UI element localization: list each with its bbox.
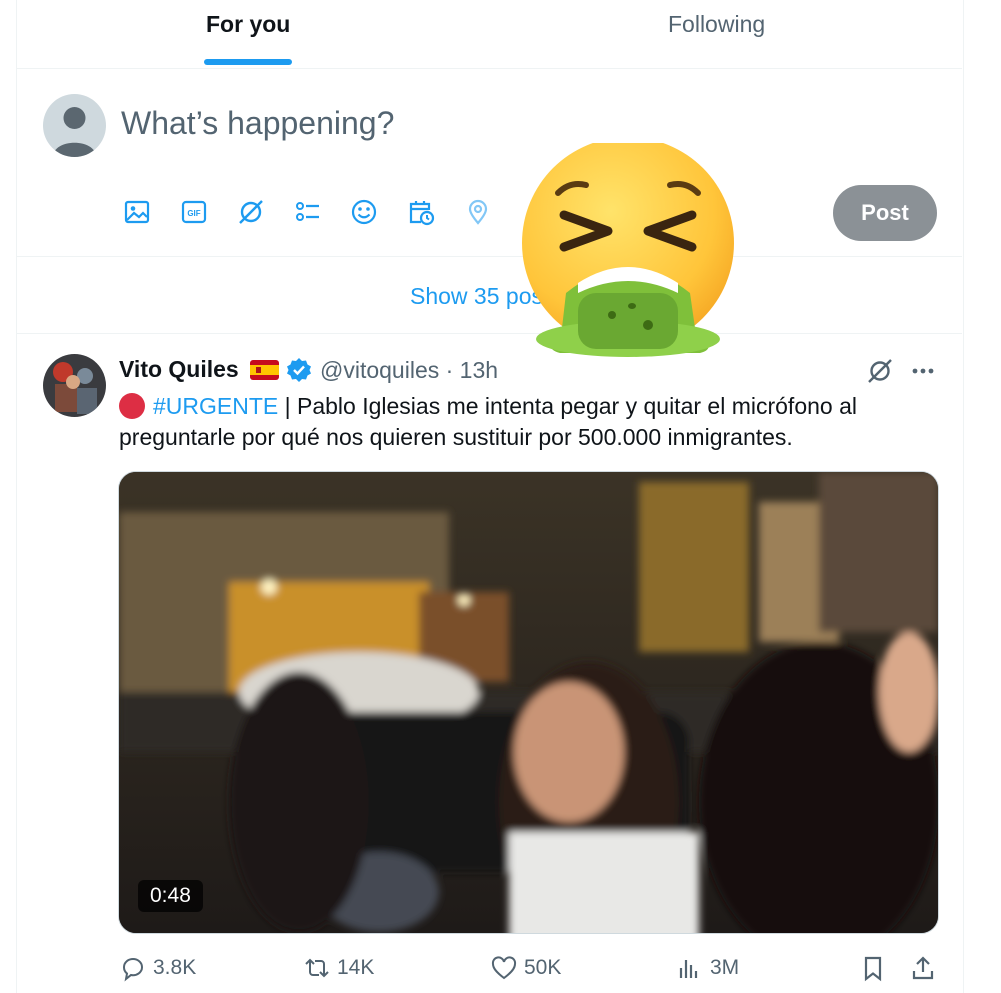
grok-icon[interactable] [865,356,895,386]
compose-input[interactable] [121,105,541,142]
tab-for-you-label: For you [206,11,291,37]
bookmark-icon [864,956,882,982]
video-duration-badge: 0:48 [138,880,203,912]
bookmark-button[interactable] [859,952,893,984]
tweet-text: #URGENTE | Pablo Iglesias me intenta peg… [119,391,919,453]
tweet-video[interactable] [118,471,939,934]
schedule-icon[interactable] [405,196,437,228]
heart-icon [491,956,517,980]
red-circle-emoji [119,393,145,419]
poll-icon[interactable] [292,196,324,228]
svg-text:GIF: GIF [187,209,200,218]
nauseated-face-emoji-icon [520,137,742,361]
tweet-author-avatar[interactable] [43,354,106,417]
repost-count: 14K [337,956,375,979]
repost-button[interactable]: 14K [303,952,374,984]
share-button[interactable] [909,952,943,984]
post-button[interactable]: Post [833,185,937,241]
more-options-icon[interactable] [908,356,938,386]
user-avatar[interactable] [43,94,106,157]
tweet-handle-time[interactable]: @vitoquiles · 13h [320,357,498,384]
video-frame [119,472,938,933]
tab-following-label: Following [668,11,766,37]
views-count: 3M [710,956,740,979]
reply-icon [123,958,144,982]
reply-count: 3.8K [153,956,197,979]
emoji-icon[interactable] [348,196,380,228]
tab-following[interactable]: Following [480,0,962,68]
repost-icon [305,958,329,978]
image-icon[interactable] [121,196,153,228]
show-new-posts-banner[interactable]: Show 35 posts [16,257,962,334]
grok-icon[interactable] [235,196,267,228]
verified-badge-icon[interactable] [286,357,312,383]
like-button[interactable]: 50K [490,952,561,984]
gif-icon[interactable]: GIF [178,196,210,228]
views-chart-icon [679,960,698,978]
hashtag-link[interactable]: #URGENTE [153,393,278,419]
tab-for-you[interactable]: For you [16,0,480,68]
timeline-tabs: For you Following [16,0,962,69]
share-icon [912,956,934,980]
views-button[interactable]: 3M [676,952,739,984]
default-profile-icon [53,107,96,157]
like-count: 50K [524,956,562,979]
tweet-author-name[interactable]: Vito Quiles [119,356,239,383]
location-icon[interactable] [462,196,494,228]
active-tab-indicator [204,59,292,65]
reply-button[interactable]: 3.8K [119,952,196,984]
spain-flag-icon [250,360,279,380]
